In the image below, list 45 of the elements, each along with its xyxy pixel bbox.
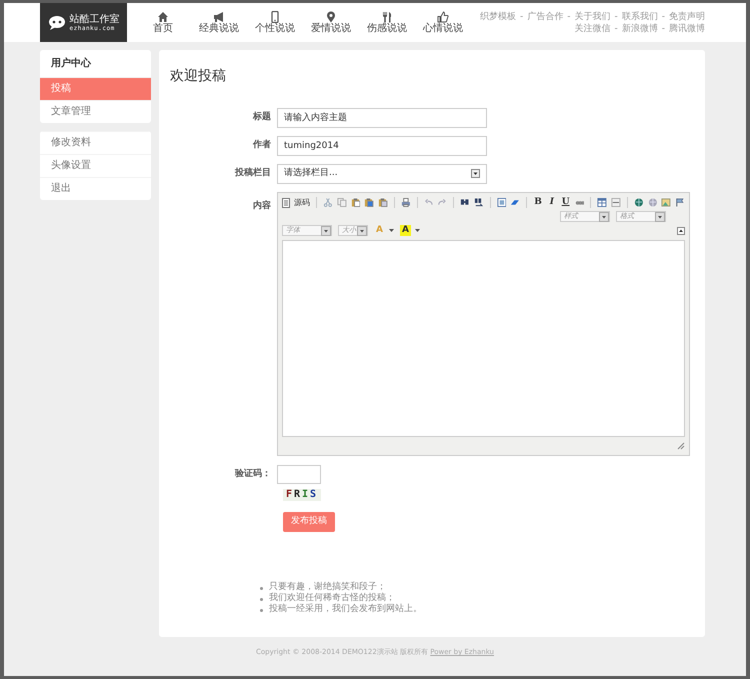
nav-link[interactable]: 心情说说 — [415, 10, 471, 34]
format-button[interactable]: I — [546, 197, 557, 208]
header-link[interactable]: 腾讯微博 — [669, 22, 705, 34]
header-link[interactable]: 关注微信 — [574, 22, 610, 34]
separator: - — [567, 10, 570, 22]
menu-item[interactable]: 投稿 — [40, 77, 151, 100]
separator: - — [520, 10, 524, 22]
select-field[interactable]: 请选择栏目... — [277, 164, 487, 184]
note-text: 投稿一经采用，我们会发布到网站上。 — [269, 604, 422, 615]
text-field[interactable]: tuming2014 — [277, 136, 487, 156]
captcha-image[interactable]: FRIS — [283, 488, 321, 501]
separator: - — [614, 22, 618, 34]
page-title: 欢迎投稿 — [170, 68, 227, 85]
field-label: 内容 — [252, 199, 272, 213]
submit-button[interactable]: 发布投稿 — [283, 512, 335, 532]
note-text: 只要有趣，谢绝搞笑和段子； — [269, 582, 386, 592]
logo-title: 站酷工作室 — [70, 14, 120, 24]
header-link[interactable]: 关于我们 — [574, 10, 610, 22]
nav-link[interactable]: 伤感说说 — [359, 10, 415, 34]
menu-item[interactable]: 修改资料 — [40, 131, 151, 154]
menu-heading: 用户中心 — [50, 56, 92, 71]
header-link[interactable]: 广告合作 — [527, 10, 564, 22]
header-link[interactable]: 新浪微博 — [622, 22, 658, 34]
separator: - — [662, 10, 665, 22]
header-link[interactable]: 免责声明 — [669, 10, 705, 22]
nav-link[interactable]: 经典说说 — [191, 10, 247, 34]
menu-item[interactable]: 文章管理 — [40, 100, 151, 123]
field-label: 验证码： — [234, 468, 272, 481]
note-text: 我们欢迎任何稀奇古怪的投稿； — [269, 592, 395, 604]
format-button[interactable]: U — [560, 197, 571, 208]
source-button[interactable]: 源码 — [282, 196, 310, 209]
nav-link[interactable]: 首页 — [135, 10, 191, 34]
field-label: 作者 — [252, 139, 272, 152]
field-label: 标题 — [252, 111, 272, 124]
header-link[interactable]: 联系我们 — [622, 10, 658, 22]
nav-link[interactable]: 爱情说说 — [303, 10, 359, 34]
nav-link[interactable]: 个性说说 — [247, 10, 303, 34]
menu-item[interactable]: 头像设置 — [40, 154, 151, 177]
separator: - — [614, 10, 618, 22]
field-label: 投稿栏目 — [234, 167, 272, 180]
header-link[interactable]: 织梦模板 — [480, 10, 516, 22]
text-field[interactable]: 请输入内容主题 — [277, 108, 487, 128]
format-button[interactable]: B — [533, 197, 543, 208]
menu-item[interactable]: 退出 — [40, 177, 151, 200]
separator: - — [662, 22, 665, 34]
